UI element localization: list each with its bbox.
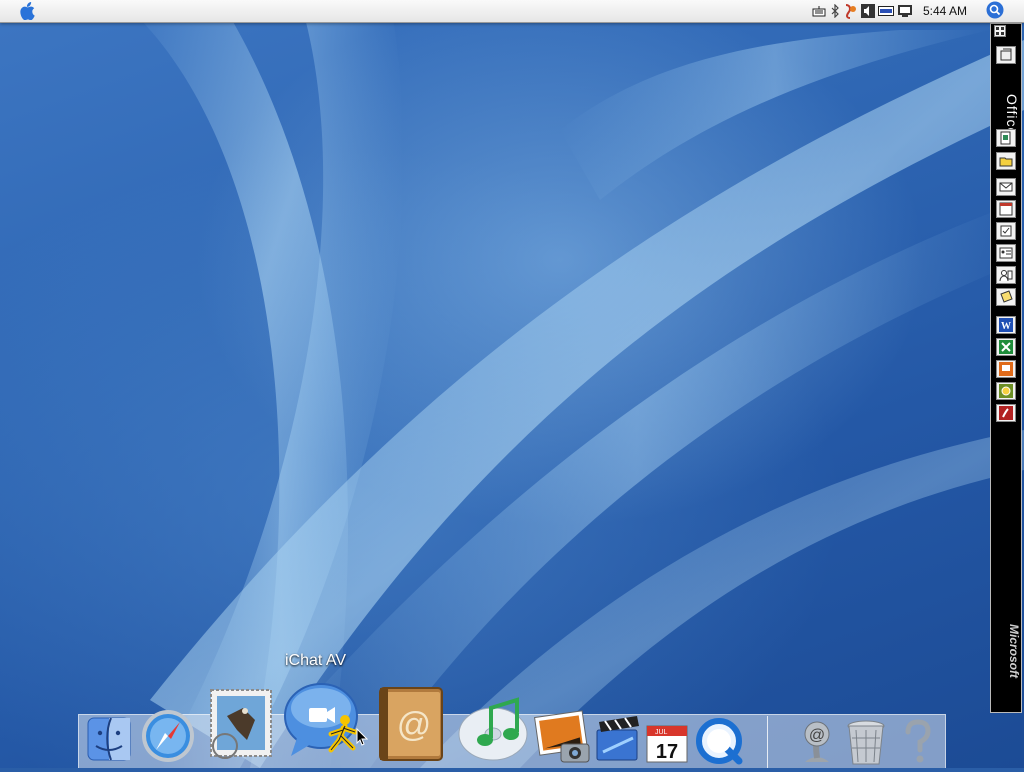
address-book-icon[interactable] <box>996 266 1016 284</box>
new-document-icon[interactable] <box>996 129 1016 147</box>
quicktime-dock-icon[interactable] <box>694 716 744 770</box>
mail-dock-icon[interactable] <box>205 686 275 766</box>
menu-bar-clock[interactable]: 5:44 AM <box>923 4 967 18</box>
ical-date: 17 <box>656 741 678 763</box>
word-icon[interactable]: W <box>996 316 1016 334</box>
display-icon[interactable] <box>897 3 913 19</box>
desktop-background <box>0 0 1024 768</box>
calendar-icon[interactable] <box>996 200 1016 218</box>
excel-icon[interactable] <box>996 338 1016 356</box>
microsoft-brand-label: Microsoft <box>1007 624 1021 678</box>
office-toolbar: Office W Microsoft <box>990 23 1022 713</box>
volume-icon[interactable] <box>861 3 875 19</box>
apple-icon[interactable] <box>18 2 36 20</box>
iphoto-dock-icon[interactable] <box>533 710 593 770</box>
menu-bar: 5:44 AM <box>0 0 1024 23</box>
mail-icon[interactable] <box>996 178 1016 196</box>
task-icon[interactable] <box>996 222 1016 240</box>
dock-separator <box>767 716 768 768</box>
finder-dock-icon[interactable] <box>86 716 132 766</box>
dock-tooltip: iChat AV <box>285 652 347 669</box>
safari-dock-icon[interactable] <box>140 708 196 768</box>
imovie-dock-icon[interactable] <box>593 712 645 770</box>
ical-dock-icon[interactable]: JUL 17 <box>645 720 689 768</box>
acrobat-icon[interactable] <box>996 404 1016 422</box>
open-document-icon[interactable] <box>996 152 1016 170</box>
note-icon[interactable] <box>996 288 1016 306</box>
address-book-dock-icon[interactable]: @ <box>376 684 450 768</box>
mail-server-dock-icon[interactable]: @ <box>795 718 839 770</box>
spotlight-icon[interactable] <box>986 1 1004 19</box>
mail-server-at-symbol: @ <box>809 727 825 744</box>
address-book-at-symbol: @ <box>397 706 432 744</box>
help-dock-icon[interactable] <box>898 718 938 770</box>
trash-dock-icon[interactable] <box>844 716 888 772</box>
ical-month: JUL <box>655 729 668 736</box>
ichat-av-dock-icon[interactable] <box>283 678 369 772</box>
battery-icon[interactable] <box>878 3 894 19</box>
entourage-icon[interactable] <box>996 382 1016 400</box>
powerpoint-icon[interactable] <box>996 360 1016 378</box>
mouse-cursor-icon <box>356 727 369 750</box>
bluetooth-icon[interactable] <box>830 3 840 19</box>
office-toolbar-menu-icon[interactable] <box>994 25 1006 37</box>
keyboard-icon[interactable] <box>812 3 826 19</box>
wallpaper-swooshes <box>120 0 1024 768</box>
contact-icon[interactable] <box>996 244 1016 262</box>
script-icon[interactable] <box>843 3 857 19</box>
itunes-dock-icon[interactable] <box>457 692 531 768</box>
office-project-gallery-icon[interactable] <box>996 46 1016 64</box>
svg-text:W: W <box>1001 321 1011 332</box>
